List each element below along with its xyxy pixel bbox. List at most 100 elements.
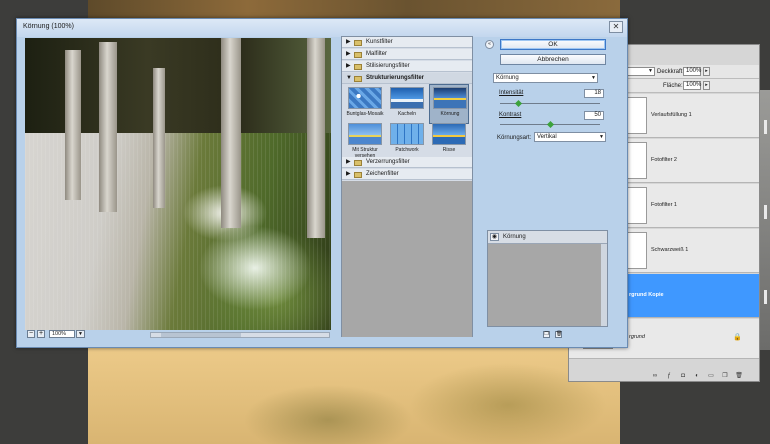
filter-thumbnail-image (348, 123, 382, 145)
fence-post (99, 42, 117, 212)
link-layers-icon[interactable]: ∞ (651, 373, 659, 380)
zoom-in-button[interactable]: + (37, 330, 45, 338)
filter-thumb-koernung-selected[interactable]: Körnung (429, 84, 469, 124)
zoom-level-field[interactable]: 100% (49, 330, 75, 338)
filter-category-list: ▶ Kunstfilter ▶ Malfilter ▶ Stilisierung… (341, 36, 473, 337)
filter-settings: OK Abbrechen Körnung ▼ Intensität 18 Kon… (488, 36, 613, 226)
layer-mask-thumbnail (625, 232, 647, 269)
category-zeichenfilter[interactable]: ▶ Zeichenfilter (342, 169, 472, 180)
expand-triangle-icon: ▶ (346, 171, 351, 177)
layer-name: Schwarzweiß 1 (651, 247, 689, 253)
intensity-field[interactable]: 18 (584, 89, 604, 98)
adjustment-layer-icon[interactable]: ◐ (693, 373, 701, 380)
filter-list-empty-area (342, 181, 472, 337)
opacity-label: Deckkraft: (657, 69, 685, 75)
category-strukturierungsfilter[interactable]: ▼ Strukturierungsfilter (342, 73, 472, 84)
vertical-scrollbar[interactable] (601, 244, 607, 326)
dialog-title-bar[interactable]: Körnung (100%) ✕ (17, 19, 627, 37)
chevron-down-icon: ▼ (591, 75, 596, 81)
folder-icon (354, 172, 362, 178)
category-label: Zeichenfilter (366, 171, 399, 177)
filter-thumb-kacheln[interactable]: Kacheln (387, 85, 427, 125)
filter-preview-image[interactable] (25, 38, 331, 330)
filter-thumb-label: Buntglas-Mosaik (346, 111, 384, 117)
add-mask-icon[interactable]: ◘ (679, 373, 687, 380)
layer-name: rgrund (629, 334, 645, 340)
grain-type-label: Körnungsart: (497, 135, 532, 141)
contrast-label: Kontrast (499, 112, 522, 118)
filter-thumb-buntglas-mosaik[interactable]: Buntglas-Mosaik (345, 85, 385, 125)
fill-arrow-icon[interactable]: ▸ (703, 81, 710, 90)
category-kunstfilter[interactable]: ▶ Kunstfilter (342, 37, 472, 48)
close-button[interactable]: ✕ (609, 21, 623, 33)
filter-thumb-label: Patchwork (395, 147, 419, 153)
layer-style-icon[interactable]: ƒ (665, 373, 673, 380)
folder-icon (354, 64, 362, 70)
intensity-slider-knob[interactable] (514, 99, 522, 108)
fence-post (221, 38, 241, 228)
filter-thumb-mit-struktur[interactable]: Mit Struktur versehen (345, 121, 385, 161)
new-layer-icon[interactable]: ❐ (721, 373, 729, 380)
chevron-down-icon[interactable]: ▼ (76, 330, 85, 338)
panel-tab-marker (764, 205, 767, 219)
intensity-label: Intensität (499, 90, 524, 96)
fence-post (307, 38, 325, 238)
category-stilisierungsfilter[interactable]: ▶ Stilisierungsfilter (342, 61, 472, 72)
filter-thumbnail-image (390, 87, 424, 109)
fill-label: Fläche: (663, 83, 683, 89)
filter-thumbnail-image (432, 123, 466, 145)
expand-triangle-icon: ▶ (346, 51, 351, 57)
folder-icon (354, 40, 362, 46)
category-malfilter[interactable]: ▶ Malfilter (342, 49, 472, 60)
category-label: Malfilter (366, 51, 388, 57)
category-label: Kunstfilter (366, 39, 393, 45)
ok-button[interactable]: OK (500, 39, 606, 50)
effect-layer-label: Körnung (503, 234, 526, 240)
filter-thumbnail-image (433, 87, 467, 109)
filter-thumb-label: Körnung (440, 111, 460, 117)
side-panel-edge (760, 90, 770, 350)
layer-name: Verlaufsfüllung 1 (651, 112, 692, 118)
scrollbar-thumb[interactable] (161, 333, 241, 337)
layer-mask-thumbnail (625, 187, 647, 224)
grain-type-value: Vertikal (537, 134, 557, 140)
layer-name: Fotofilter 1 (651, 202, 677, 208)
delete-layer-icon[interactable]: 🗑 (735, 373, 743, 380)
contrast-slider-knob[interactable] (546, 120, 554, 129)
grain-type-select[interactable]: Vertikal ▼ (534, 132, 606, 142)
expand-triangle-icon: ▶ (346, 63, 351, 69)
panel-tab-marker (764, 290, 767, 304)
expand-triangle-icon: ▶ (346, 39, 351, 45)
category-verzerrungsfilter[interactable]: ▶ Verzerrungsfilter (342, 157, 472, 168)
folder-icon (354, 52, 362, 58)
cancel-button[interactable]: Abbrechen (500, 54, 606, 65)
new-effect-layer-icon[interactable]: ❐ (543, 331, 550, 338)
filter-thumb-risse[interactable]: Risse (429, 121, 469, 161)
opacity-arrow-icon[interactable]: ▸ (703, 67, 710, 76)
dialog-title: Körnung (100%) (23, 23, 74, 30)
filter-select[interactable]: Körnung ▼ (493, 73, 598, 83)
eye-icon[interactable]: ◉ (490, 233, 499, 241)
category-label: Stilisierungsfilter (366, 63, 410, 69)
chevron-down-icon: ▼ (599, 134, 604, 140)
fill-field[interactable]: 100% (683, 81, 701, 90)
zoom-out-button[interactable]: − (27, 330, 35, 338)
document-canvas-top (88, 0, 620, 18)
horizontal-scrollbar[interactable] (150, 332, 330, 338)
filter-select-value: Körnung (496, 75, 519, 81)
filter-thumb-patchwork[interactable]: Patchwork (387, 121, 427, 161)
layer-mask-thumbnail (625, 142, 647, 179)
category-label: Verzerrungsfilter (366, 159, 410, 165)
folder-icon (354, 160, 362, 166)
lock-icon: 🔒 (733, 334, 742, 341)
group-folder-icon[interactable]: ▭ (707, 373, 715, 380)
filter-thumbnail-image (390, 123, 424, 145)
layer-name: Fotofilter 2 (651, 157, 677, 163)
contrast-field[interactable]: 50 (584, 111, 604, 120)
collapse-triangle-icon: ▼ (346, 75, 352, 81)
opacity-field[interactable]: 100% (683, 67, 701, 76)
panel-tab-marker (764, 120, 767, 134)
delete-effect-layer-icon[interactable]: 🗑 (555, 331, 562, 338)
expand-triangle-icon: ▶ (346, 159, 351, 165)
effect-layer-item[interactable]: ◉ Körnung (488, 231, 607, 244)
